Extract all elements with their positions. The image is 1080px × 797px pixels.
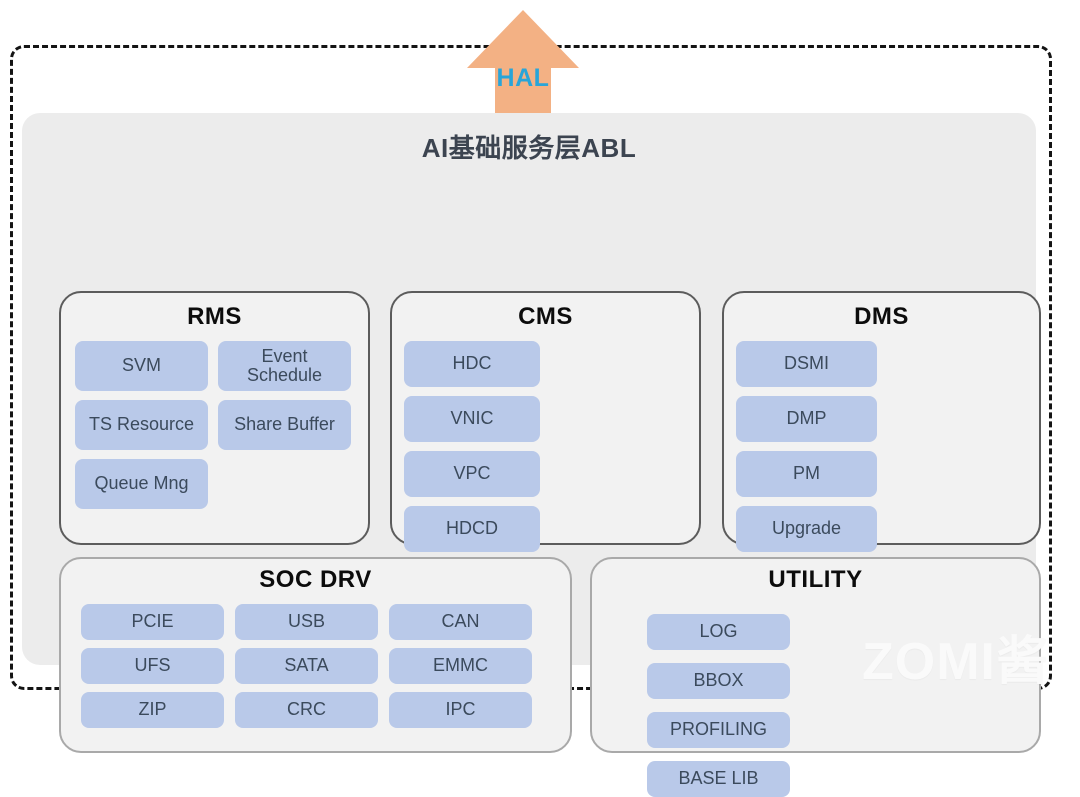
- page-title: AI基础服务层ABL: [421, 133, 637, 163]
- list-item[interactable]: BASE LIB: [647, 761, 790, 797]
- list-item[interactable]: BBOX: [647, 663, 790, 699]
- abl-layer-panel: AI基础服务层ABL RMS SVM Event Schedule TS Res…: [22, 113, 1041, 797]
- list-item[interactable]: HDCD: [404, 506, 540, 552]
- list-item[interactable]: SVM: [75, 341, 208, 391]
- group-card-dms[interactable]: DMS DSMI DMP PM Upgrade MIA DFM: [722, 291, 1041, 662]
- list-item[interactable]: Event Schedule: [218, 341, 351, 391]
- list-item[interactable]: PM: [736, 451, 877, 497]
- list-item[interactable]: DSMI: [736, 341, 877, 387]
- group-card-soc-drv[interactable]: SOC DRV PCIE USB CAN UFS SATA EMMC ZIP C…: [59, 557, 572, 753]
- list-item[interactable]: PCIE: [81, 604, 224, 640]
- hal-arrow-label: HAL: [496, 64, 550, 92]
- list-item[interactable]: ZIP: [81, 692, 224, 728]
- list-item[interactable]: VPC: [404, 451, 540, 497]
- group-card-cms[interactable]: CMS HDC VNIC VPC HDCD ICM Tran: [390, 291, 701, 662]
- list-item[interactable]: SATA: [235, 648, 378, 684]
- list-item[interactable]: CAN: [389, 604, 532, 640]
- list-item[interactable]: IPC: [389, 692, 532, 728]
- list-item[interactable]: Upgrade: [736, 506, 877, 552]
- group-card-rms[interactable]: RMS SVM Event Schedule TS Resource Share…: [59, 291, 370, 545]
- list-item[interactable]: CRC: [235, 692, 378, 728]
- list-item[interactable]: PROFILING: [647, 712, 790, 748]
- list-item[interactable]: Share Buffer: [218, 400, 351, 450]
- list-item[interactable]: Queue Mng: [75, 459, 208, 509]
- list-item[interactable]: VNIC: [404, 396, 540, 442]
- group-title-cms: CMS: [518, 303, 573, 330]
- group-title-dms: DMS: [854, 303, 909, 330]
- group-items-rms: SVM Event Schedule TS Resource Share Buf…: [61, 341, 368, 509]
- list-item[interactable]: TS Resource: [75, 400, 208, 450]
- group-title-rms: RMS: [187, 303, 242, 330]
- group-items-utility: LOG BBOX PROFILING BASE LIB: [592, 614, 1039, 797]
- list-item[interactable]: EMMC: [389, 648, 532, 684]
- list-item[interactable]: USB: [235, 604, 378, 640]
- group-card-utility[interactable]: UTILITY LOG BBOX PROFILING BASE LIB: [590, 557, 1041, 797]
- group-items-soc-drv: PCIE USB CAN UFS SATA EMMC ZIP CRC IPC: [61, 604, 570, 728]
- hal-up-arrow-icon: [462, 2, 584, 120]
- list-item[interactable]: UFS: [81, 648, 224, 684]
- list-item[interactable]: LOG: [647, 614, 790, 650]
- list-item[interactable]: DMP: [736, 396, 877, 442]
- list-item[interactable]: HDC: [404, 341, 540, 387]
- group-title-soc-drv: SOC DRV: [259, 566, 372, 593]
- group-title-utility: UTILITY: [768, 566, 863, 593]
